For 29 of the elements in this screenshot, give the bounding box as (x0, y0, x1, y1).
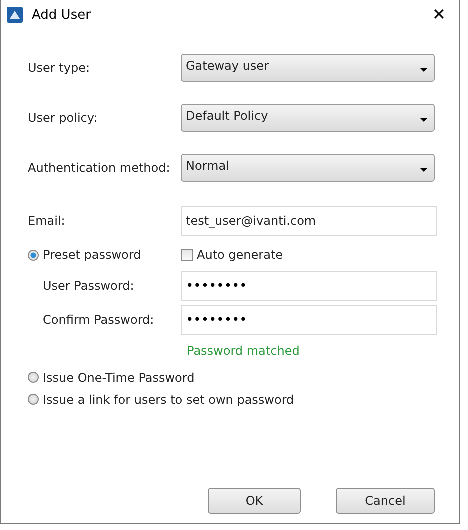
password-field[interactable]: •••••••• (181, 305, 437, 335)
radio-button[interactable] (28, 372, 39, 383)
caret-icon (420, 168, 428, 172)
radio-label: Issue a link for users to set own password (43, 392, 294, 406)
caret-icon (420, 68, 428, 72)
radio-label: Preset password (43, 248, 142, 262)
field-label: Authentication method: (28, 161, 172, 175)
cancel-button[interactable]: Cancel (336, 488, 435, 514)
dropdown[interactable]: Gateway user (181, 54, 435, 82)
field-label: Email: (28, 214, 66, 228)
password-field[interactable]: •••••••• (181, 271, 437, 301)
radio-button[interactable] (28, 394, 39, 405)
checkbox-label: Auto generate (197, 248, 284, 262)
app-icon (7, 7, 23, 23)
field-label: User type: (28, 61, 92, 75)
dropdown[interactable]: Default Policy (181, 104, 435, 132)
field-label: User Password: (42, 279, 136, 293)
close-button[interactable]: ✕ (419, 0, 459, 30)
radio-label: Issue One-Time Password (43, 370, 195, 384)
email-field[interactable]: test_user@ivanti.com (181, 206, 437, 236)
dropdown[interactable]: Normal (181, 154, 435, 182)
field-label: User policy: (28, 111, 99, 125)
window-title: Add User (32, 8, 91, 22)
radio-button[interactable] (28, 250, 39, 260)
field-label: Confirm Password: (42, 313, 156, 327)
status-message: Password matched (187, 344, 301, 360)
checkbox[interactable] (181, 249, 193, 261)
ok-button[interactable]: OK (208, 488, 301, 514)
caret-icon (420, 118, 428, 122)
